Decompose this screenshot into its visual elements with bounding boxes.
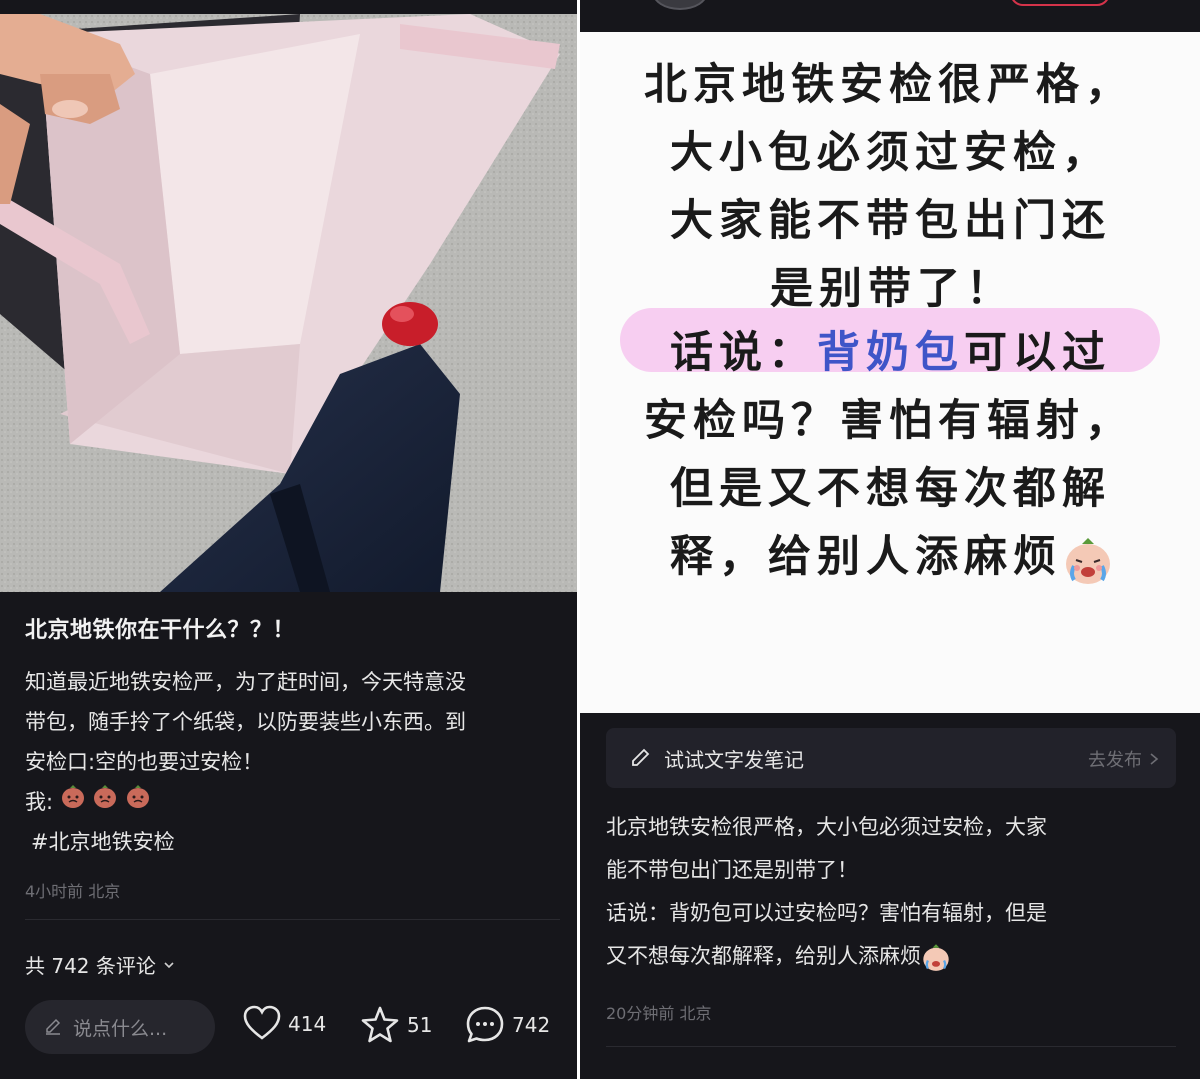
pencil-icon bbox=[46, 1018, 61, 1035]
left-post-panel: 北京地铁你在干什么？？！ 知道最近地铁安检严，为了赶时间，今天特意没 带包，随手… bbox=[0, 0, 577, 1079]
chevron-down-icon bbox=[164, 961, 174, 968]
reaction-line: 我: bbox=[25, 782, 560, 822]
crying-face-emoji bbox=[923, 944, 949, 971]
note-line-text: 释，给别人添麻烦 bbox=[670, 532, 1062, 582]
post-body-line: 北京地铁安检很严格，大小包必须过安检，大家 bbox=[606, 815, 1047, 839]
top-bar bbox=[580, 0, 1200, 32]
note-line: 北京地铁安检很严格， bbox=[644, 60, 1134, 110]
comment-input-placeholder: 说点什么... bbox=[73, 1017, 168, 1040]
avatar[interactable] bbox=[652, 0, 708, 10]
status-bar bbox=[0, 0, 577, 14]
hashtag-link[interactable]: #北京地铁安检 bbox=[25, 822, 560, 862]
post-body-line: 话说：背奶包可以过安检吗？害怕有辐射，但是 bbox=[606, 901, 1047, 925]
me-label: 我: bbox=[25, 790, 54, 814]
comment-input[interactable]: 说点什么... bbox=[25, 1000, 215, 1054]
like-count: 414 bbox=[288, 1012, 327, 1036]
post-photo[interactable] bbox=[0, 14, 577, 592]
publish-link[interactable]: 去发布 bbox=[1088, 746, 1160, 772]
pencil-icon bbox=[632, 748, 650, 766]
comment-button[interactable]: 742 bbox=[464, 1004, 550, 1046]
text-note-card[interactable]: 北京地铁安检很严格， 大小包必须过安检， 大家能不带包出门还 是别带了！ 话说：… bbox=[580, 32, 1200, 713]
post-title: 北京地铁你在干什么？？！ bbox=[25, 618, 296, 643]
chevron-right-icon bbox=[1150, 753, 1159, 765]
post-body-text: 又不想每次都解释，给别人添麻烦 bbox=[606, 944, 921, 968]
heart-icon bbox=[243, 1005, 281, 1040]
note-highlight-line: 话说：背奶包可以过 bbox=[670, 318, 1111, 380]
post-meta: 20分钟前 北京 bbox=[606, 1004, 712, 1023]
peach-face-emoji bbox=[61, 785, 84, 808]
post-body-line: 带包，随手拎了个纸袋，以防要装些小东西。到 bbox=[25, 710, 466, 734]
note-highlight-blue: 背奶包 bbox=[817, 328, 964, 378]
note-line: 安检吗？害怕有辐射， bbox=[644, 396, 1134, 446]
note-line: 是别带了！ bbox=[770, 264, 1015, 314]
note-line: 但是又不想每次都解 bbox=[670, 464, 1111, 514]
note-highlight-suffix: 可以过 bbox=[964, 328, 1111, 378]
publish-label: 去发布 bbox=[1088, 750, 1142, 771]
right-post-panel: 北京地铁安检很严格， 大小包必须过安检， 大家能不带包出门还 是别带了！ 话说：… bbox=[580, 0, 1200, 1079]
favorite-button[interactable]: 51 bbox=[359, 1004, 432, 1046]
post-body-line: 又不想每次都解释，给别人添麻烦 bbox=[606, 935, 1181, 978]
post-body-line: 安检口:空的也要过安检！ bbox=[25, 750, 264, 774]
favorite-count: 51 bbox=[407, 1013, 433, 1037]
try-text-note-bar[interactable]: 试试文字发笔记 去发布 bbox=[606, 728, 1176, 788]
comment-count: 742 bbox=[512, 1013, 551, 1037]
follow-button[interactable] bbox=[1010, 0, 1110, 6]
post-meta: 4小时前 北京 bbox=[25, 882, 121, 901]
post-body-line: 能不带包出门还是别带了！ bbox=[606, 858, 858, 882]
comments-count-label: 共 742 条评论 bbox=[25, 954, 156, 978]
comments-count-toggle[interactable]: 共 742 条评论 bbox=[25, 950, 176, 979]
divider bbox=[25, 919, 560, 920]
crying-face-emoji bbox=[1066, 537, 1110, 584]
note-line: 释，给别人添麻烦 bbox=[670, 522, 1114, 586]
note-line: 大家能不带包出门还 bbox=[670, 196, 1111, 246]
peach-face-emoji bbox=[94, 785, 117, 808]
try-label: 试试文字发笔记 bbox=[664, 747, 804, 772]
peach-face-emoji bbox=[127, 785, 150, 808]
post-body: 知道最近地铁安检严，为了赶时间，今天特意没 带包，随手拎了个纸袋，以防要装些小东… bbox=[25, 662, 560, 862]
note-line: 大小包必须过安检， bbox=[670, 128, 1111, 178]
divider bbox=[606, 1046, 1176, 1047]
like-button[interactable]: 414 bbox=[242, 1004, 326, 1044]
star-icon bbox=[361, 1006, 399, 1043]
post-body: 北京地铁安检很严格，大小包必须过安检，大家 能不带包出门还是别带了！ 话说：背奶… bbox=[606, 806, 1181, 978]
paper-bag-photo bbox=[0, 14, 577, 592]
post-body-line: 知道最近地铁安检严，为了赶时间，今天特意没 bbox=[25, 670, 466, 694]
comment-icon bbox=[466, 1006, 504, 1043]
note-highlight-prefix: 话说： bbox=[670, 328, 817, 378]
